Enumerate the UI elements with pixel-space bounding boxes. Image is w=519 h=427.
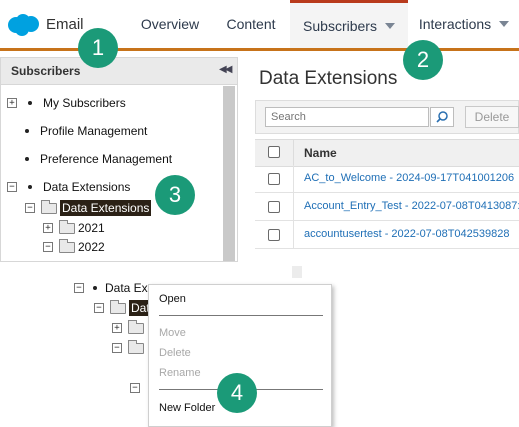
- table-row[interactable]: accountusertest - 2022-07-08T042539828: [255, 221, 519, 249]
- bullet-icon: [93, 286, 97, 290]
- tab-content[interactable]: Content: [216, 0, 286, 48]
- collapse-icon[interactable]: −: [43, 242, 53, 252]
- folder-icon: [59, 238, 75, 253]
- column-divider: [293, 140, 294, 166]
- tab-subscribers[interactable]: Subscribers: [290, 0, 408, 48]
- chevron-down-icon[interactable]: [499, 21, 510, 27]
- folder-data-extensions[interactable]: − Data Extensions: [25, 198, 152, 218]
- bullet-icon: [25, 157, 29, 161]
- bullet-icon: [28, 185, 32, 189]
- menu-item-move[interactable]: Move: [159, 327, 186, 339]
- tree-item-label: My Subscribers: [43, 96, 126, 110]
- menu-item-open[interactable]: Open: [159, 293, 186, 305]
- search-input[interactable]: [265, 107, 429, 127]
- folder-2021[interactable]: + 2021: [43, 218, 105, 238]
- folder-icon: [59, 219, 75, 234]
- collapse-icon[interactable]: −: [7, 182, 17, 192]
- folder-label: 2022: [78, 240, 105, 254]
- column-header-name[interactable]: Name: [304, 146, 337, 160]
- row-checkbox[interactable]: [268, 229, 280, 241]
- folder-icon: [128, 319, 144, 334]
- tab-content-label: Content: [226, 16, 276, 32]
- folder-label-selected: Data Extensions: [60, 200, 152, 216]
- bullet-icon: [28, 101, 32, 105]
- folder-icon: [41, 199, 57, 214]
- folder-item[interactable]: +: [112, 318, 144, 338]
- grid-header: Name: [255, 139, 519, 167]
- collapse-icon[interactable]: −: [25, 203, 35, 213]
- row-checkbox[interactable]: [268, 173, 280, 185]
- tree-item-label: Profile Management: [40, 124, 148, 138]
- tab-interactions-label: Interactions: [418, 16, 492, 32]
- delete-button[interactable]: Delete: [465, 106, 519, 128]
- menu-item-new-folder[interactable]: New Folder: [159, 402, 215, 414]
- page-title: Data Extensions: [259, 68, 398, 89]
- folder-label: 2021: [78, 221, 105, 235]
- column-divider: [293, 193, 294, 221]
- table-row[interactable]: Account_Entry_Test - 2022-07-08T0413087:: [255, 193, 519, 221]
- tree-item-my-subscribers[interactable]: + My Subscribers: [7, 93, 126, 113]
- tree-item-label: Data Extensions: [43, 180, 131, 194]
- search-button[interactable]: [430, 107, 454, 127]
- collapse-icon[interactable]: −: [74, 283, 84, 293]
- collapse-icon[interactable]: −: [94, 303, 104, 313]
- panel-scrollbar[interactable]: [292, 266, 302, 278]
- column-divider: [293, 221, 294, 249]
- search-icon: [436, 111, 448, 123]
- panel-title: Subscribers: [11, 64, 81, 78]
- select-all-checkbox[interactable]: [268, 146, 280, 158]
- row-checkbox[interactable]: [268, 201, 280, 213]
- callout-badge: 2: [403, 40, 443, 80]
- double-chevron-left-icon[interactable]: ◀◀: [219, 64, 232, 75]
- tree-item-data-extensions[interactable]: − Data Ex: [74, 278, 148, 298]
- collapse-icon[interactable]: −: [130, 383, 140, 393]
- row-name-link[interactable]: AC_to_Welcome - 2024-09-17T041001206: [304, 172, 514, 184]
- expand-icon[interactable]: +: [7, 98, 17, 108]
- tree-item-preference-management[interactable]: Preference Management: [25, 149, 172, 169]
- folder-icon: [128, 339, 144, 354]
- tab-overview[interactable]: Overview: [130, 0, 210, 48]
- table-row[interactable]: AC_to_Welcome - 2024-09-17T041001206: [255, 165, 519, 193]
- folder-item[interactable]: −: [112, 338, 144, 358]
- tree-item-label: Data Ex: [105, 281, 148, 295]
- callout-badge: 3: [155, 175, 195, 215]
- scrollbar-thumb[interactable]: [223, 86, 235, 261]
- menu-separator: [159, 315, 323, 316]
- subscribers-tree-panel: Subscribers ◀◀ + My Subscribers Profile …: [0, 57, 238, 262]
- salesforce-cloud-icon[interactable]: [6, 13, 40, 37]
- row-name-link[interactable]: accountusertest - 2022-07-08T042539828: [304, 228, 509, 240]
- callout-badge: 1: [78, 28, 118, 68]
- tab-overview-label: Overview: [140, 16, 200, 32]
- expand-icon[interactable]: +: [112, 323, 122, 333]
- collapse-icon[interactable]: −: [112, 343, 122, 353]
- bullet-icon: [25, 129, 29, 133]
- row-name-link[interactable]: Account_Entry_Test - 2022-07-08T0413087:: [304, 200, 519, 212]
- column-divider: [293, 165, 294, 193]
- folder-icon: [110, 299, 126, 314]
- expand-icon[interactable]: +: [43, 223, 53, 233]
- folder-item[interactable]: −: [130, 378, 140, 398]
- callout-badge: 4: [217, 373, 257, 413]
- folder-2022[interactable]: − 2022: [43, 237, 105, 257]
- tab-subscribers-label: Subscribers: [303, 17, 377, 34]
- tree-item-label: Preference Management: [40, 152, 173, 166]
- folder-data-extensions[interactable]: − Dat: [94, 298, 152, 318]
- chevron-down-icon[interactable]: [384, 22, 395, 29]
- app-title[interactable]: Email: [46, 16, 84, 33]
- menu-item-delete[interactable]: Delete: [159, 347, 191, 359]
- tree-item-profile-management[interactable]: Profile Management: [25, 121, 147, 141]
- menu-item-rename[interactable]: Rename: [159, 367, 201, 379]
- tree-item-data-extensions[interactable]: − Data Extensions: [7, 177, 130, 197]
